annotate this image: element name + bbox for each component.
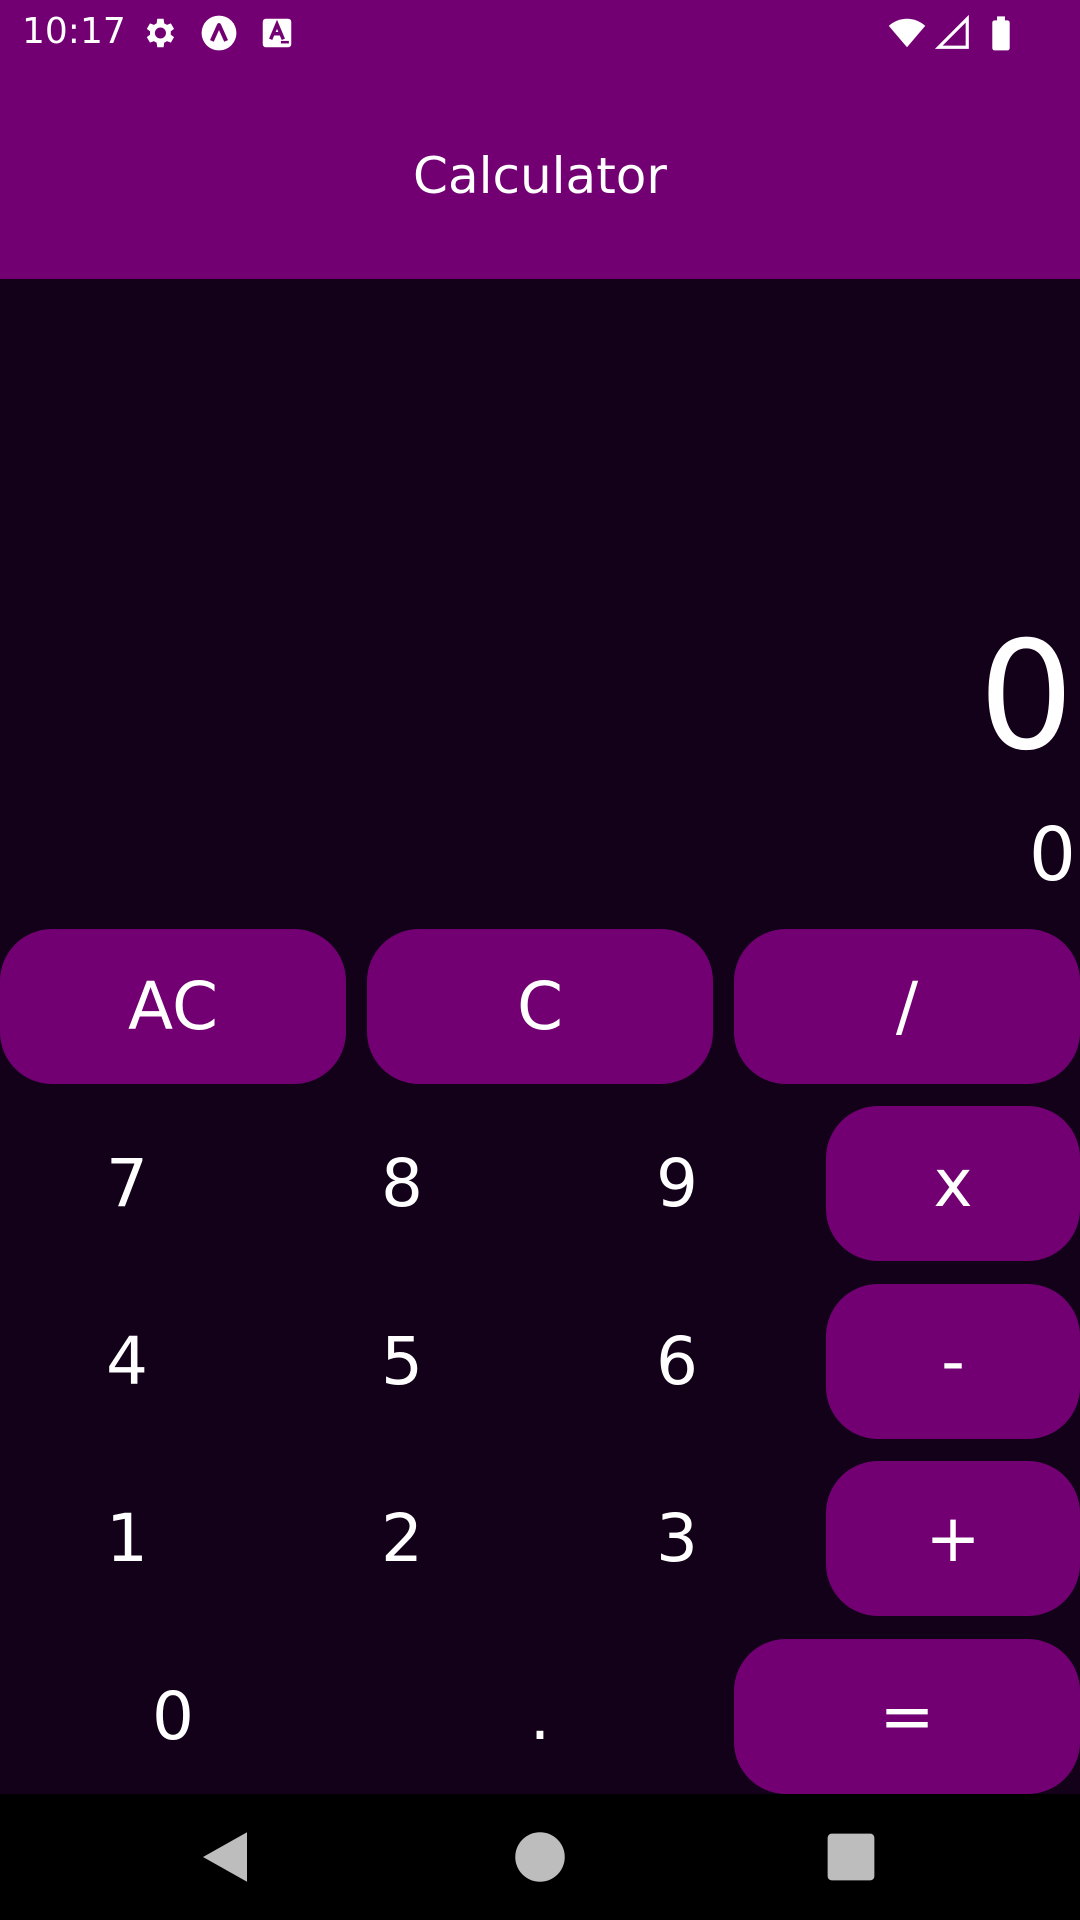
recents-icon[interactable]	[818, 1824, 884, 1890]
expression-display: 0	[1028, 812, 1076, 898]
result-display: 0	[978, 610, 1074, 784]
digit-4-button[interactable]: 4	[0, 1284, 254, 1439]
digit-8-button[interactable]: 8	[275, 1106, 529, 1261]
battery-icon	[992, 16, 1010, 51]
decimal-button[interactable]: .	[367, 1639, 713, 1794]
digit-5-button[interactable]: 5	[275, 1284, 529, 1439]
digit-9-button[interactable]: 9	[550, 1106, 804, 1261]
divide-button[interactable]: /	[734, 929, 1080, 1084]
wifi-icon	[888, 18, 926, 48]
digit-7-button[interactable]: 7	[0, 1106, 254, 1261]
signal-icon	[934, 14, 969, 49]
digit-6-button[interactable]: 6	[550, 1284, 804, 1439]
navigation-bar	[0, 1794, 1080, 1920]
status-bar: 10:17	[0, 0, 1080, 64]
app-a-icon	[201, 15, 237, 51]
multiply-button[interactable]: x	[826, 1106, 1080, 1261]
clear-button[interactable]: C	[367, 929, 713, 1084]
digit-2-button[interactable]: 2	[275, 1461, 529, 1616]
app-bar: Calculator	[0, 64, 1080, 279]
digit-3-button[interactable]: 3	[550, 1461, 804, 1616]
page-title: Calculator	[413, 147, 667, 205]
font-a-icon	[262, 18, 292, 48]
subtract-button[interactable]: -	[826, 1284, 1080, 1439]
gear-icon	[146, 18, 175, 48]
back-icon[interactable]	[192, 1824, 258, 1890]
digit-1-button[interactable]: 1	[0, 1461, 254, 1616]
all-clear-button[interactable]: AC	[0, 929, 346, 1084]
status-time: 10:17	[22, 11, 126, 52]
digit-0-button[interactable]: 0	[0, 1639, 346, 1794]
equals-button[interactable]: =	[734, 1639, 1080, 1794]
add-button[interactable]: +	[826, 1461, 1080, 1616]
home-icon[interactable]	[507, 1824, 573, 1890]
